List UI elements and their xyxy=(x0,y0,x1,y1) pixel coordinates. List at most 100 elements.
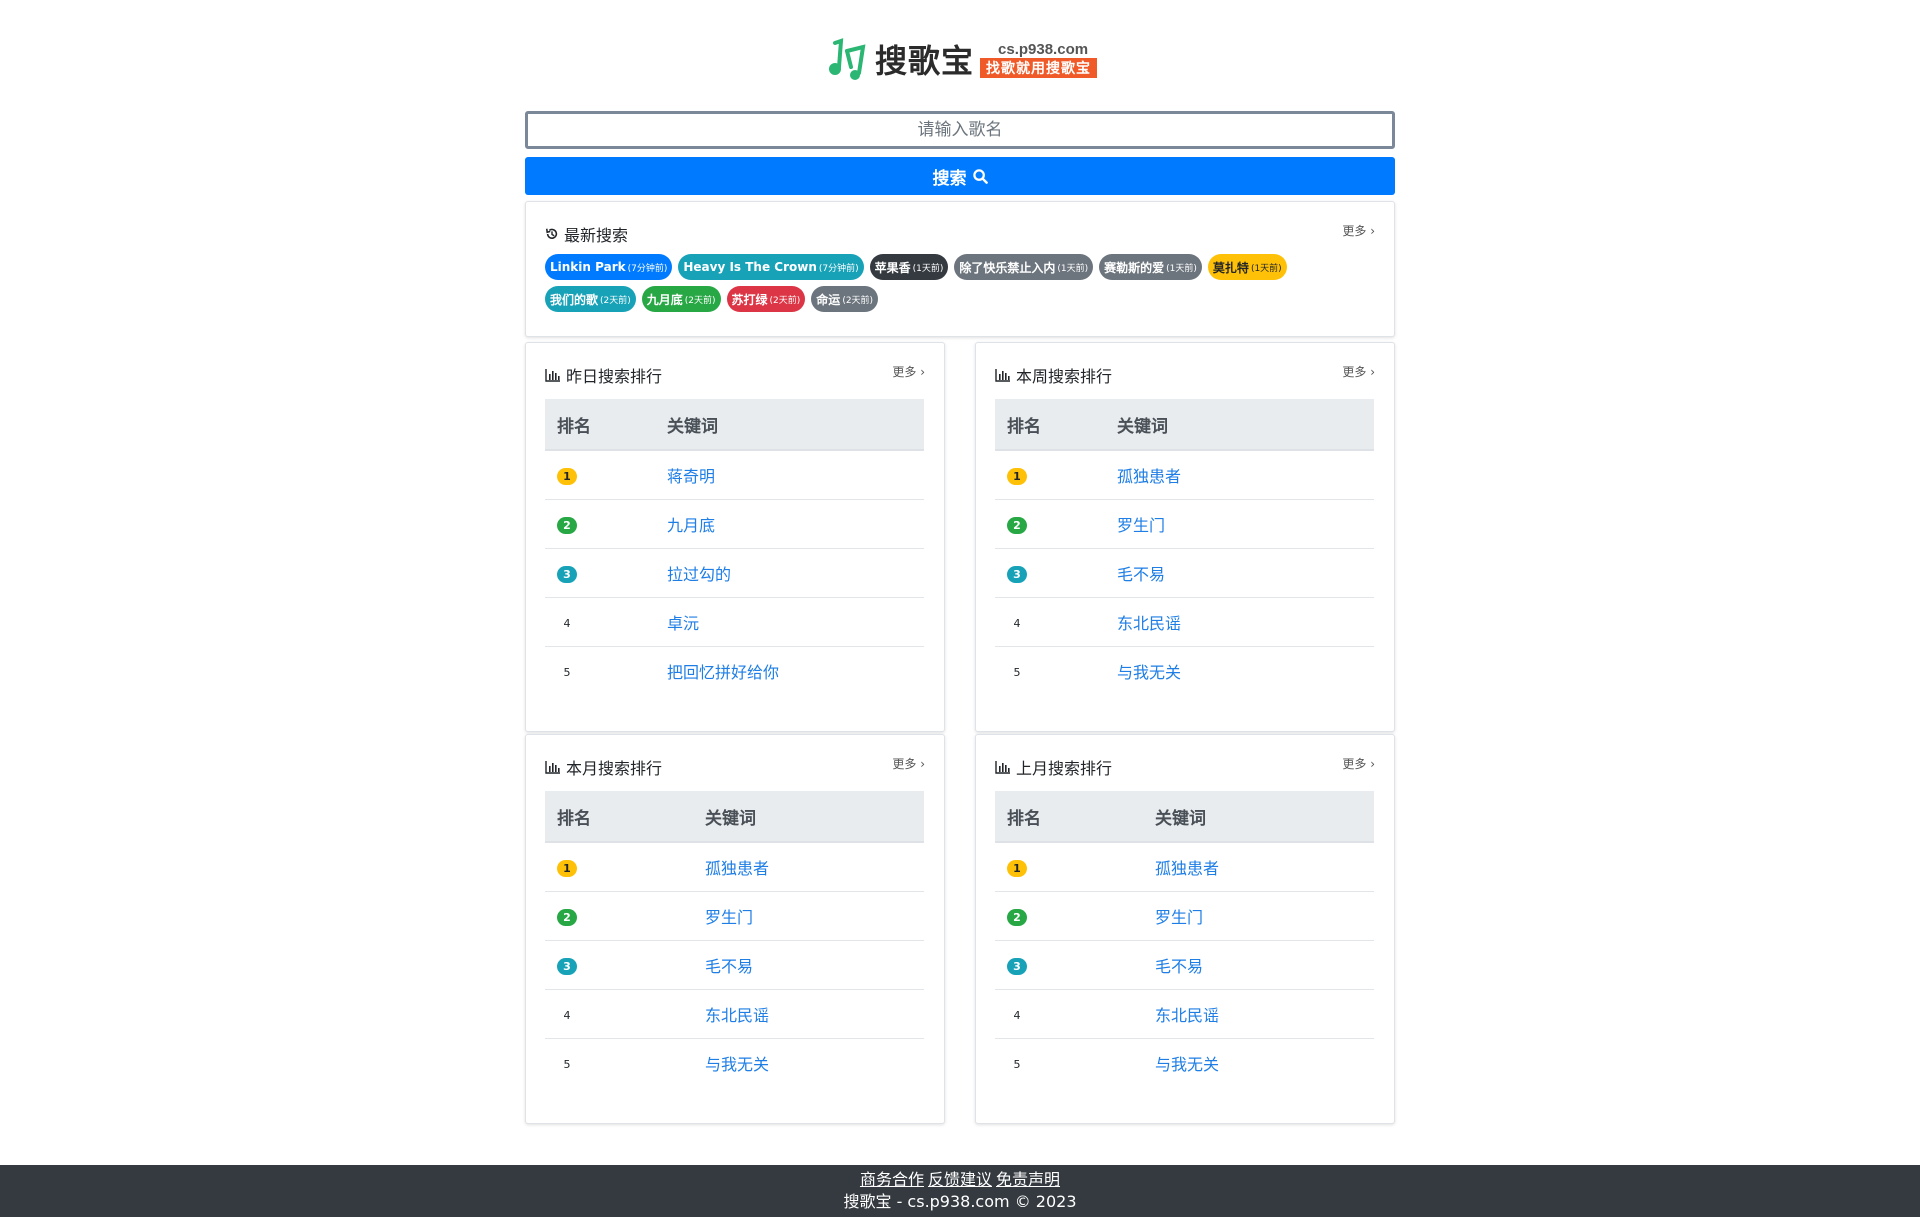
keyword-link[interactable]: 东北民谣 xyxy=(1105,596,1374,646)
keyword-link[interactable]: 东北民谣 xyxy=(693,988,924,1038)
footer-link[interactable]: 免责声明 xyxy=(996,1170,1060,1189)
footer-link[interactable]: 商务合作 xyxy=(860,1170,924,1189)
search-input[interactable] xyxy=(525,111,1395,149)
recent-tag[interactable]: Heavy Is The Crown (7分钟前) xyxy=(678,254,864,280)
rank-badge: 3 xyxy=(557,957,577,975)
site-logo[interactable]: 搜歌宝 cs.p938.com 找歌就用搜歌宝 xyxy=(827,34,1117,84)
keyword-link[interactable]: 与我无关 xyxy=(1105,645,1374,695)
footer-links: 商务合作 反馈建议 免责声明 xyxy=(0,1165,1920,1191)
recent-tag-time: (7分钟前) xyxy=(818,263,859,274)
keyword-link[interactable]: 孤独患者 xyxy=(1143,841,1374,891)
rank-cell: 1 xyxy=(545,449,655,499)
recent-search-card: 最新搜索 更多 › Linkin Park (7分钟前) Heavy Is The … xyxy=(525,201,1395,337)
rank-cell: 5 xyxy=(995,645,1105,695)
rank-badge: 1 xyxy=(1007,859,1027,877)
rank-cell: 1 xyxy=(545,841,693,891)
history-icon xyxy=(545,228,558,239)
recent-tag[interactable]: 命运 (2天前) xyxy=(811,286,879,312)
recent-tag-name: 九月底 xyxy=(646,292,683,307)
ranking-title: 本周搜索排行 xyxy=(1016,367,1113,386)
rank-badge: 1 xyxy=(557,467,577,485)
keyword-link[interactable]: 与我无关 xyxy=(693,1037,924,1087)
search-button[interactable]: 搜索 xyxy=(525,157,1395,195)
keyword-link[interactable]: 罗生门 xyxy=(1143,890,1374,940)
keyword-link[interactable]: 把回忆拼好给你 xyxy=(655,645,924,695)
keyword-link[interactable]: 拉过勾的 xyxy=(655,547,924,597)
keyword-link[interactable]: 毛不易 xyxy=(1105,547,1374,597)
table-row: 3 毛不易 xyxy=(995,547,1374,597)
keyword-link[interactable]: 罗生门 xyxy=(1105,498,1374,548)
ranking-title: 上月搜索排行 xyxy=(1016,759,1113,778)
table-row: 4 东北民谣 xyxy=(545,988,924,1038)
recent-tags: Linkin Park (7分钟前) Heavy Is The Crown (7分钟前… xyxy=(545,254,1375,312)
table-row: 2 罗生门 xyxy=(995,890,1374,940)
recent-tag[interactable]: 莫扎特 (1天前) xyxy=(1207,254,1287,280)
col-keyword-header: 关键词 xyxy=(655,399,924,451)
col-keyword-header: 关键词 xyxy=(1143,791,1374,843)
keyword-link[interactable]: 与我无关 xyxy=(1143,1037,1374,1087)
recent-tag-name: 苹果香 xyxy=(874,260,911,275)
recent-tag-name: 我们的歌 xyxy=(550,292,599,307)
recent-tag[interactable]: 我们的歌 (2天前) xyxy=(545,286,636,312)
recent-tag-name: 除了快乐禁止入内 xyxy=(959,260,1056,275)
recent-tag-time: (2天前) xyxy=(842,295,874,306)
ranking-title: 昨日搜索排行 xyxy=(566,367,663,386)
rank-number: 5 xyxy=(1013,666,1021,680)
col-rank-header: 排名 xyxy=(545,791,693,843)
recent-tag[interactable]: 除了快乐禁止入内 (1天前) xyxy=(954,254,1094,280)
recent-more-link[interactable]: 更多 › xyxy=(1342,222,1375,239)
ranking-more-link[interactable]: 更多 › xyxy=(892,363,925,380)
recent-tag[interactable]: 九月底 (2天前) xyxy=(641,286,721,312)
ranking-header: 昨日搜索排行 xyxy=(545,363,662,387)
keyword-link[interactable]: 九月底 xyxy=(655,498,924,548)
music-note-icon xyxy=(829,38,866,80)
keyword-link[interactable]: 罗生门 xyxy=(693,890,924,940)
recent-tag[interactable]: Linkin Park (7分钟前) xyxy=(545,254,673,280)
logo-tagline: cs.p938.com 找歌就用搜歌宝 xyxy=(980,41,1098,78)
rank-cell: 5 xyxy=(995,1037,1143,1087)
rank-cell: 5 xyxy=(545,645,655,695)
table-row: 4 东北民谣 xyxy=(995,596,1374,646)
keyword-link[interactable]: 孤独患者 xyxy=(1105,449,1374,499)
recent-tag[interactable]: 苏打绿 (2天前) xyxy=(726,286,806,312)
ranking-more-link[interactable]: 更多 › xyxy=(892,755,925,772)
keyword-link[interactable]: 东北民谣 xyxy=(1143,988,1374,1038)
footer-link[interactable]: 反馈建议 xyxy=(928,1170,992,1189)
ranking-header: 上月搜索排行 xyxy=(995,755,1112,779)
footer: 商务合作 反馈建议 免责声明 搜歌宝 - cs.p938.com © 2023 xyxy=(0,1165,1920,1217)
table-header-row: 排名 关键词 xyxy=(995,791,1374,843)
table-row: 2 九月底 xyxy=(545,498,924,548)
recent-tag-time: (2天前) xyxy=(600,295,631,306)
rank-badge: 1 xyxy=(557,859,577,877)
rank-badge: 3 xyxy=(1007,957,1027,975)
recent-tag-name: Linkin Park xyxy=(550,260,626,274)
keyword-link[interactable]: 毛不易 xyxy=(693,939,924,989)
table-row: 2 罗生门 xyxy=(995,498,1374,548)
ranking-more-link[interactable]: 更多 › xyxy=(1342,755,1375,772)
ranking-header: 本周搜索排行 xyxy=(995,363,1112,387)
rank-badge: 2 xyxy=(1007,516,1027,534)
col-rank-header: 排名 xyxy=(995,399,1105,451)
rank-cell: 3 xyxy=(995,939,1143,989)
ranking-more-link[interactable]: 更多 › xyxy=(1342,363,1375,380)
table-row: 1 孤独患者 xyxy=(995,449,1374,499)
recent-tag-time: (2天前) xyxy=(684,295,716,306)
rank-number: 4 xyxy=(563,617,571,630)
ranking-card-week: 本周搜索排行 更多 › 排名 关键词 1 孤独患者 2 罗生门 3 毛不易 4 东北民谣 5 与我无关 xyxy=(975,342,1395,732)
bar-chart-icon xyxy=(545,369,560,382)
table-row: 5 与我无关 xyxy=(995,645,1374,695)
keyword-link[interactable]: 孤独患者 xyxy=(693,841,924,891)
keyword-link[interactable]: 蒋奇明 xyxy=(655,449,924,499)
ranking-table: 排名 关键词 1 蒋奇明 2 九月底 3 拉过勾的 4 卓沅 5 把回忆拼好给你 xyxy=(545,399,924,695)
recent-search-header: 最新搜索 xyxy=(545,222,628,246)
rank-cell: 5 xyxy=(545,1037,693,1087)
recent-tag[interactable]: 苹果香 (1天前) xyxy=(869,254,949,280)
ranking-card-month: 本月搜索排行 更多 › 排名 关键词 1 孤独患者 2 罗生门 3 毛不易 4 东北民谣 5 与我无关 xyxy=(525,734,945,1124)
table-row: 3 毛不易 xyxy=(995,939,1374,989)
keyword-link[interactable]: 卓沅 xyxy=(655,596,924,646)
recent-tag[interactable]: 赛勒斯的爱 (1天前) xyxy=(1099,254,1202,280)
bar-chart-icon xyxy=(995,369,1010,382)
ranking-card-yesterday: 昨日搜索排行 更多 › 排名 关键词 1 蒋奇明 2 九月底 3 拉过勾的 4 卓沅 5 把回忆拼好给你 xyxy=(525,342,945,732)
keyword-link[interactable]: 毛不易 xyxy=(1143,939,1374,989)
rank-cell: 4 xyxy=(995,596,1105,646)
